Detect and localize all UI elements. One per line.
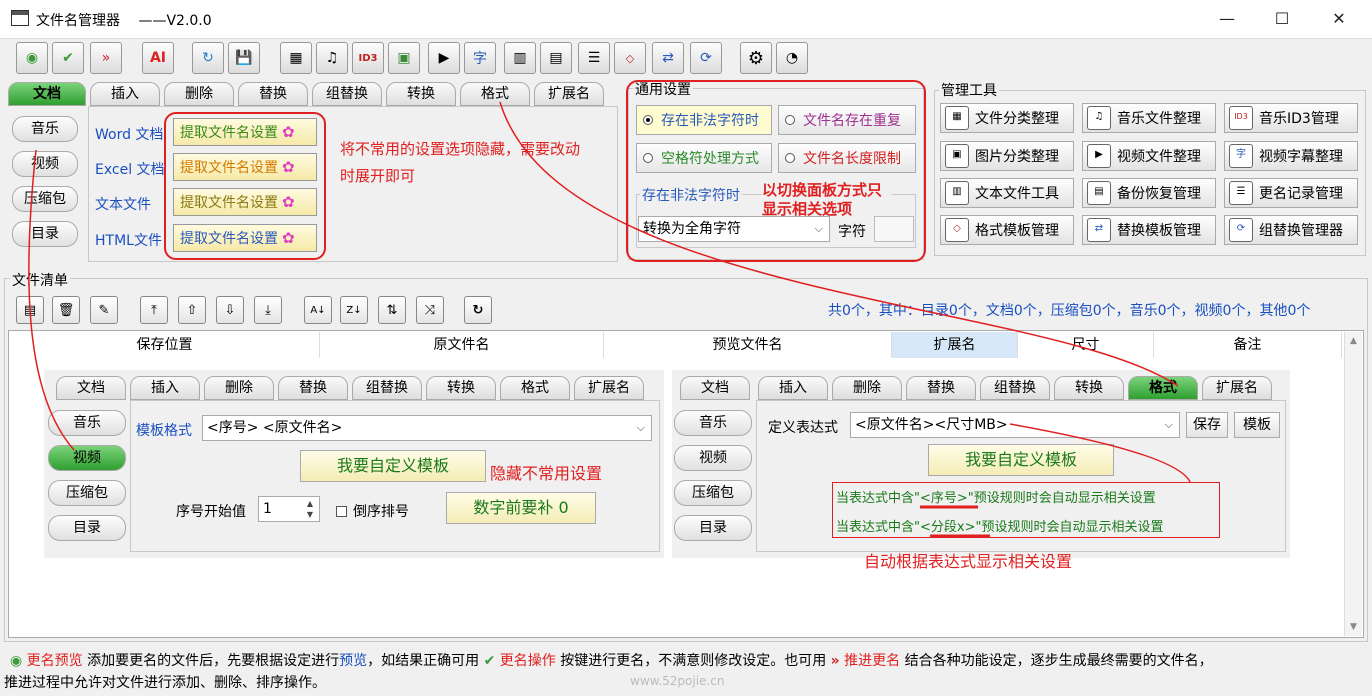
advance-icon: » — [830, 653, 840, 669]
execute-icon: ✔ — [483, 653, 496, 669]
status-help-line2: 推进过程中允许对文件进行添加、删除、排序操作。 — [4, 675, 326, 691]
watermark: www.52pojie.cn — [630, 674, 725, 688]
arrow-expression — [1009, 423, 1191, 483]
annotation-arrows — [28, 101, 1191, 538]
status-help-text: ◉ 更名预览 添加要更名的文件后，先要根据设定进行预览，如结果正确可用 ✔ 更名… — [10, 653, 1213, 669]
arrow-video-tab — [28, 149, 75, 451]
arrow-format-tab — [499, 101, 1179, 387]
preview-icon: ◉ — [10, 653, 23, 669]
